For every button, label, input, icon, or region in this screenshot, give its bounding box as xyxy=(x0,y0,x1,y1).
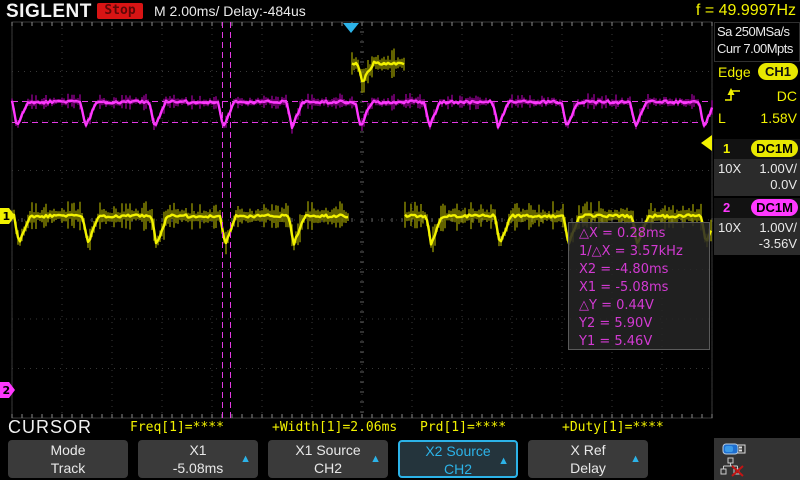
channel2-number: 2 xyxy=(723,200,730,215)
svg-text:1: 1 xyxy=(3,210,11,223)
trigger-level-marker xyxy=(701,135,712,151)
cursor-readout-line: 1/△X = 3.57kHz xyxy=(579,243,709,261)
channel1-header: 1 DC1M xyxy=(714,139,800,159)
trigger-info-box: Edge CH1 DC L 1.58V xyxy=(714,62,800,136)
channel1-info-box[interactable]: 1 DC1M 10X 1.00V/ 0.0V xyxy=(714,139,800,196)
channel2-header: 2 DC1M xyxy=(714,198,800,218)
channel1-offset: 0.0V xyxy=(770,177,797,192)
cursor-readout-panel: △X = 0.28ms 1/△X = 3.57kHz X2 = -4.80ms … xyxy=(568,222,710,350)
channel1-coupling-badge: DC1M xyxy=(751,140,798,157)
lan-disconnected-icon xyxy=(720,457,746,477)
softkey-mode[interactable]: Mode Track xyxy=(8,440,128,478)
acquisition-info-box: Sa 250MSa/s Curr 7.00Mpts xyxy=(714,22,800,62)
channel1-scale: 1.00V/ xyxy=(759,161,797,176)
trigger-level-label: L xyxy=(718,110,726,126)
channel2-probe: 10X xyxy=(718,220,741,235)
measurement-duty: +Duty[1]=**** xyxy=(562,420,664,435)
trigger-type-label: Edge xyxy=(718,64,751,80)
channel1-probe: 10X xyxy=(718,161,741,176)
softkey-x1-source[interactable]: ▲ X1 Source CH2 xyxy=(268,440,388,478)
softkey-label: Mode xyxy=(8,441,128,459)
channel2-offset: -3.56V xyxy=(759,236,797,251)
channel2-coupling-badge: DC1M xyxy=(751,199,798,216)
measurement-period: Prd[1]=**** xyxy=(420,420,506,435)
sidebar: Sa 250MSa/s Curr 7.00Mpts Edge CH1 DC L … xyxy=(714,22,800,438)
trigger-position-marker xyxy=(343,23,359,33)
cursor-readout-line: △X = 0.28ms xyxy=(579,225,709,243)
cursor-readout-line: Y2 = 5.90V xyxy=(579,315,709,333)
channel2-info-box[interactable]: 2 DC1M 10X 1.00V/ -3.56V xyxy=(714,198,800,255)
measurement-freq: Freq[1]=**** xyxy=(130,420,224,435)
cursor-readout-line: X1 = -5.08ms xyxy=(579,279,709,297)
io-status-panel xyxy=(714,438,800,480)
softkey-x2-source[interactable]: ▲ X2 Source CH2 xyxy=(398,440,518,478)
svg-text:2: 2 xyxy=(3,384,11,397)
up-arrow-icon: ▲ xyxy=(630,450,641,468)
cursor-readout-line: Y1 = 5.46V xyxy=(579,333,709,351)
sample-rate: Sa 250MSa/s xyxy=(715,23,799,40)
cursor-readout-line: X2 = -4.80ms xyxy=(579,261,709,279)
measurement-pwidth: +Width[1]=2.06ms xyxy=(272,420,397,435)
trigger-coupling: DC xyxy=(777,88,797,104)
channel2-scale: 1.00V/ xyxy=(759,220,797,235)
up-arrow-icon: ▲ xyxy=(240,450,251,468)
softkey-value: Track xyxy=(8,459,128,477)
up-arrow-icon: ▲ xyxy=(498,452,509,470)
rising-edge-icon xyxy=(723,86,743,107)
usb-icon xyxy=(722,442,748,456)
trigger-source-badge: CH1 xyxy=(758,63,798,80)
active-menu-title: CURSOR xyxy=(8,417,92,438)
channel1-number: 1 xyxy=(723,141,730,156)
up-arrow-icon: ▲ xyxy=(370,450,381,468)
trigger-level-value: 1.58V xyxy=(760,110,797,126)
cursor-readout-line: △Y = 0.44V xyxy=(579,297,709,315)
memory-depth: Curr 7.00Mpts xyxy=(715,40,799,57)
softkey-x-ref[interactable]: ▲ X Ref Delay xyxy=(528,440,648,478)
softkey-x1[interactable]: ▲ X1 -5.08ms xyxy=(138,440,258,478)
